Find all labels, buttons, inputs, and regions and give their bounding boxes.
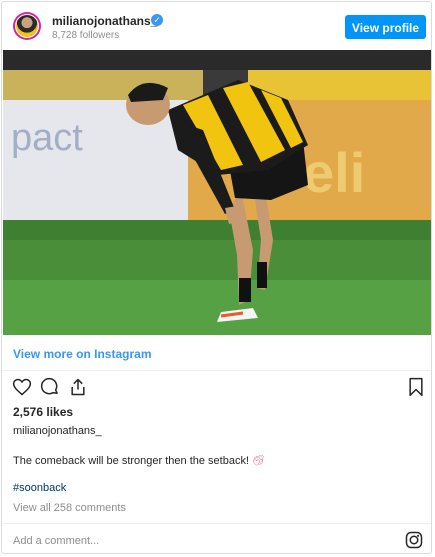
comment-bar: Add a comment... [2, 523, 431, 553]
hashtag-link[interactable]: #soonback [13, 482, 66, 494]
divider [2, 370, 431, 371]
add-comment-input[interactable]: Add a comment... [13, 535, 99, 547]
avatar[interactable] [13, 12, 41, 40]
post-photo[interactable]: pact eli [3, 50, 431, 335]
view-more-on-instagram-link[interactable]: View more on Instagram [13, 347, 152, 361]
caption-body: The comeback will be stronger then the s… [13, 455, 250, 467]
svg-text:pact: pact [11, 117, 83, 159]
post-header: milianojonathans_ ✓ 8,728 followers View… [2, 2, 431, 49]
comment-icon[interactable] [40, 377, 60, 402]
heart-emoji-icon: 💞︎ [252, 456, 265, 467]
view-profile-button[interactable]: View profile [345, 15, 426, 39]
instagram-icon[interactable] [405, 531, 423, 553]
like-count[interactable]: 2,576 likes [13, 405, 73, 419]
caption-username[interactable]: milianojonathans_ [13, 425, 102, 437]
caption-text: The comeback will be stronger then the s… [13, 455, 265, 467]
username[interactable]: milianojonathans_ [52, 14, 157, 28]
instagram-embed-card: milianojonathans_ ✓ 8,728 followers View… [1, 1, 432, 554]
bookmark-icon[interactable] [407, 377, 425, 402]
view-all-comments-link[interactable]: View all 258 comments [13, 502, 126, 514]
share-icon[interactable] [68, 377, 88, 402]
verified-badge-icon: ✓ [151, 14, 163, 26]
heart-icon[interactable] [12, 377, 32, 402]
follower-count: 8,728 followers [52, 30, 120, 41]
svg-text:eli: eli [303, 141, 365, 204]
avatar-image [15, 14, 39, 38]
